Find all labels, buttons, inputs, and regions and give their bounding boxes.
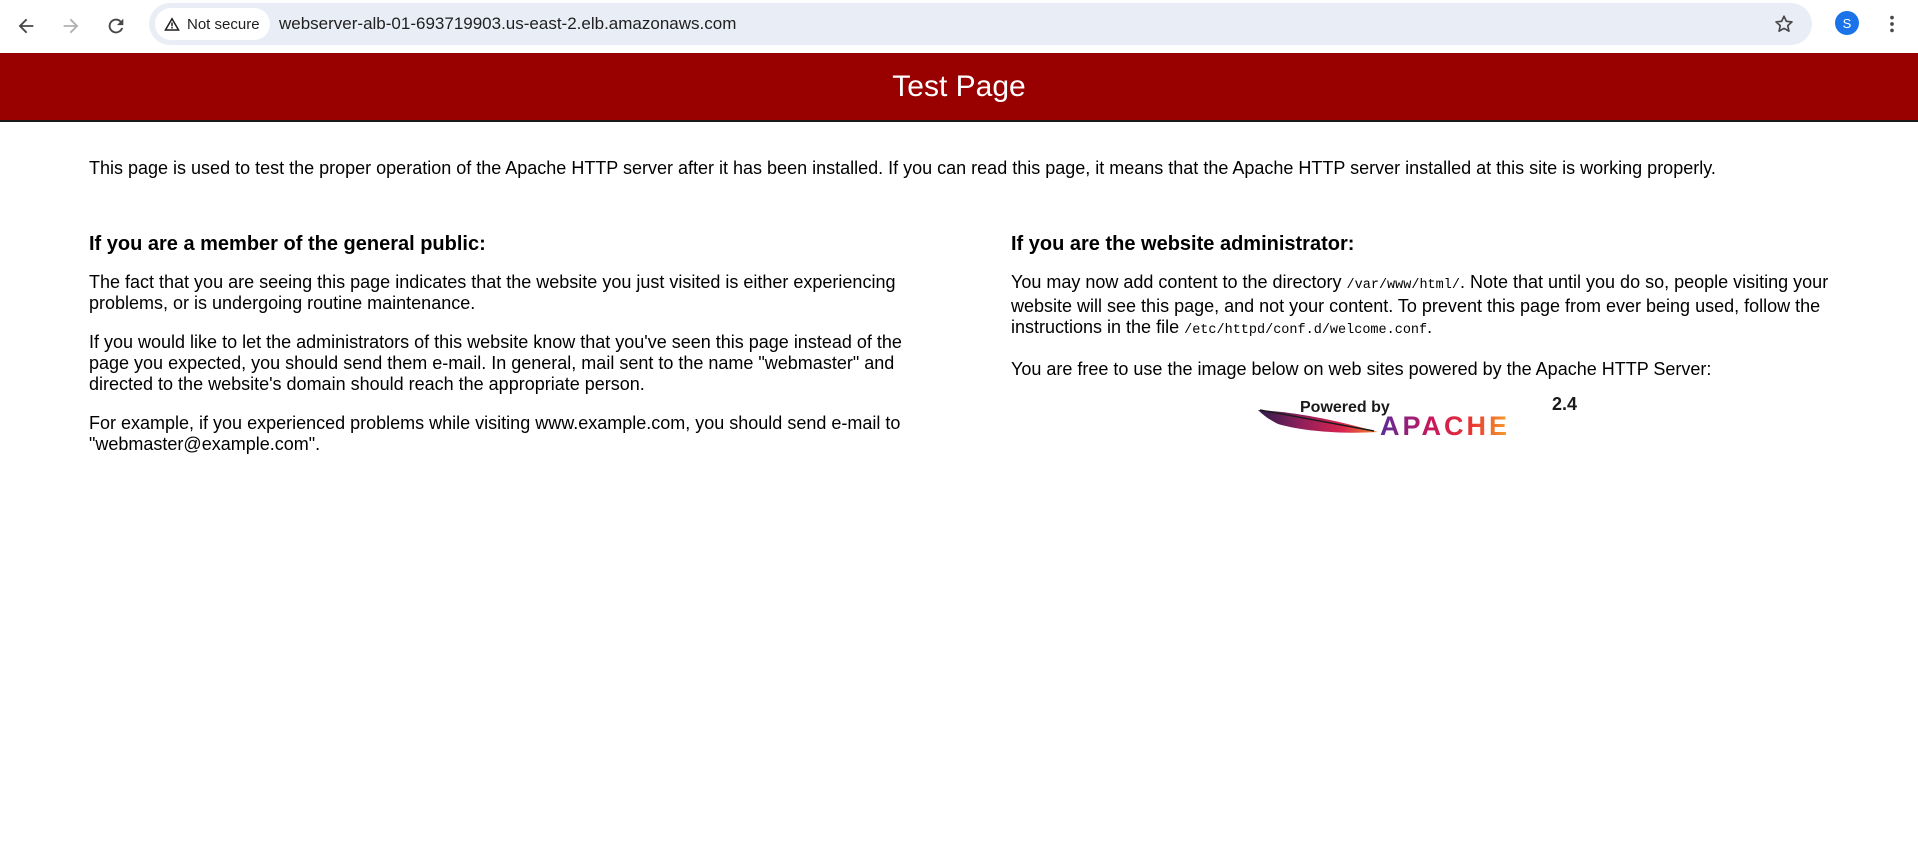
admin-paragraph-2: You are free to use the image below on w…	[1011, 359, 1712, 379]
forward-button[interactable]	[52, 7, 90, 45]
powered-by-apache-badge: Powered by 2.4 APACHE	[1256, 394, 1586, 442]
security-chip[interactable]: Not secure	[155, 8, 270, 40]
welcome-conf-path: /etc/httpd/conf.d/welcome.conf	[1184, 323, 1428, 338]
reload-icon	[108, 18, 124, 34]
address-bar[interactable]: Not secure webserver-alb-01-693719903.us…	[149, 3, 1812, 45]
admin-paragraph-1: You may now add content to the directory…	[1011, 272, 1841, 341]
general-public-section: If you are a member of the general publi…	[89, 232, 909, 473]
browser-toolbar: Not secure webserver-alb-01-693719903.us…	[0, 0, 1918, 52]
admin-p1-text-a: You may now add content to the directory	[1011, 272, 1347, 292]
public-paragraph-2: If you would like to let the administrat…	[89, 332, 902, 394]
profile-avatar[interactable]: S	[1835, 11, 1859, 35]
public-paragraph-3: For example, if you experienced problems…	[89, 413, 901, 454]
bookmark-button[interactable]	[1770, 10, 1798, 38]
admin-heading: If you are the website administrator:	[1011, 233, 1355, 255]
warning-icon	[164, 17, 180, 31]
public-heading: If you are a member of the general publi…	[89, 233, 486, 255]
forward-arrow-icon	[63, 18, 79, 34]
administrator-section: If you are the website administrator: Yo…	[1011, 232, 1841, 442]
intro-text: This page is used to test the proper ope…	[89, 158, 1716, 178]
public-paragraph-1: The fact that you are seeing this page i…	[89, 272, 896, 313]
security-label: Not secure	[187, 15, 260, 33]
back-arrow-icon	[18, 18, 34, 34]
title-banner: Test Page	[0, 53, 1918, 122]
browser-menu-button[interactable]	[1878, 10, 1906, 38]
back-button[interactable]	[7, 7, 45, 45]
kebab-menu-icon	[1890, 15, 1894, 33]
web-root-path: /var/www/html/	[1346, 278, 1460, 293]
reload-button[interactable]	[97, 7, 135, 45]
apache-wordmark: APACHE	[1380, 411, 1511, 441]
star-icon	[1775, 15, 1793, 32]
admin-p1-text-c: .	[1427, 317, 1433, 337]
url-text[interactable]: webserver-alb-01-693719903.us-east-2.elb…	[279, 14, 736, 34]
powered-by-label: Powered by	[1300, 399, 1390, 416]
page-title: Test Page	[892, 69, 1026, 103]
apache-version: 2.4	[1552, 394, 1578, 414]
